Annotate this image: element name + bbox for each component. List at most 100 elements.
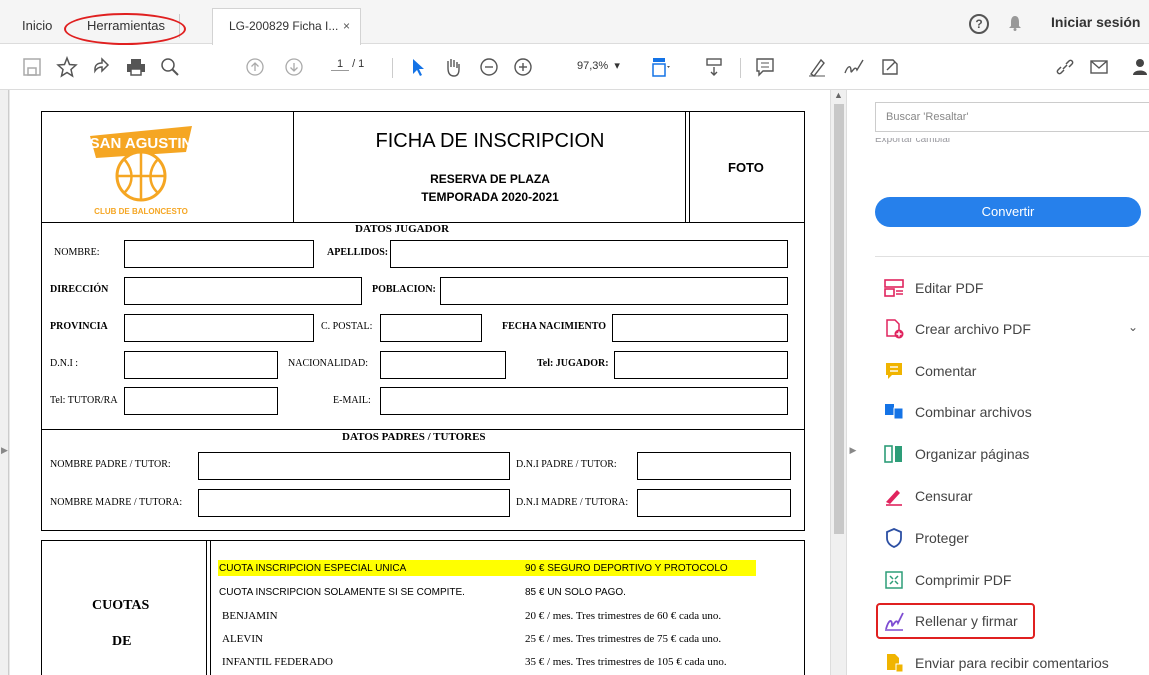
highlight-pen-icon[interactable] — [805, 55, 829, 79]
bell-icon[interactable] — [1008, 15, 1022, 31]
tool-enviar-comentarios[interactable]: Enviar para recibir comentarios — [875, 646, 1149, 675]
tool-label: Comentar — [915, 363, 977, 379]
form-subtitle-1: RESERVA DE PLAZA — [430, 172, 550, 186]
chevron-down-icon[interactable]: ⌄ — [1128, 320, 1138, 334]
fee-value: 85 € UN SOLO PAGO. — [525, 587, 626, 598]
input-apellidos[interactable] — [390, 240, 788, 268]
label-apellidos: APELLIDOS: — [327, 247, 389, 258]
zoom-in-icon[interactable] — [511, 55, 535, 79]
input-nombre-madre[interactable] — [198, 489, 510, 517]
tool-label: Editar PDF — [915, 280, 984, 296]
tool-organizar[interactable]: Organizar páginas — [875, 437, 1149, 471]
svg-text:SAN AGUSTIN: SAN AGUSTIN — [90, 135, 193, 152]
header-divider — [293, 112, 294, 222]
close-icon[interactable]: × — [343, 9, 350, 43]
user-share-icon[interactable] — [1128, 55, 1149, 79]
tool-comprimir[interactable]: Comprimir PDF — [875, 563, 1149, 597]
pdf-page: SAN AGUSTIN CLUB DE BALONCESTO FICHA DE … — [10, 90, 830, 675]
tab-inicio[interactable]: Inicio — [22, 8, 52, 44]
form-subtitle-2: TEMPORADA 2020-2021 — [421, 190, 559, 204]
panel-collapse-icon[interactable]: ▶ — [847, 445, 859, 456]
tab-document-label: LG-200829 Ficha I... — [229, 19, 339, 33]
zoom-out-icon[interactable] — [477, 55, 501, 79]
toolbar-separator — [740, 58, 741, 78]
scroll-thumb[interactable] — [834, 104, 844, 534]
vertical-scrollbar[interactable]: ▲ — [830, 90, 846, 675]
input-nombre-padre[interactable] — [198, 452, 510, 480]
comment-icon — [883, 360, 905, 382]
input-provincia[interactable] — [124, 314, 314, 342]
convert-button[interactable]: Convertir — [875, 197, 1141, 227]
redact-icon — [883, 485, 905, 507]
input-cpostal[interactable] — [380, 314, 482, 342]
photo-label: FOTO — [728, 160, 764, 175]
fill-sign-toolbar-icon[interactable] — [878, 55, 902, 79]
input-email[interactable] — [380, 387, 788, 415]
save-icon[interactable] — [20, 55, 44, 79]
label-tel-jugador: Tel: JUGADOR: — [537, 358, 609, 369]
tool-editar-pdf[interactable]: Editar PDF — [875, 271, 1149, 305]
tool-combinar[interactable]: Combinar archivos — [875, 395, 1149, 429]
input-dni[interactable] — [124, 351, 278, 379]
page-up-icon[interactable] — [243, 55, 267, 79]
input-tel-jugador[interactable] — [614, 351, 788, 379]
svg-text:CLUB DE BALONCESTO: CLUB DE BALONCESTO — [94, 207, 188, 216]
label-nombre-madre: NOMBRE MADRE / TUTORA: — [50, 497, 183, 508]
tool-comentar[interactable]: Comentar — [875, 354, 1149, 388]
link-icon[interactable] — [1053, 55, 1077, 79]
tool-label: Censurar — [915, 488, 973, 504]
help-icon[interactable]: ? — [969, 14, 989, 34]
comment-icon[interactable] — [753, 55, 777, 79]
sign-icon[interactable] — [842, 55, 866, 79]
scroll-up-icon[interactable]: ▲ — [834, 90, 843, 100]
page-indicator[interactable]: 1 / 1 — [331, 58, 364, 71]
red-annotation-ellipse — [64, 13, 186, 45]
red-annotation-rectangle — [876, 603, 1035, 639]
header-divider — [689, 112, 690, 222]
select-cursor-icon[interactable] — [406, 55, 430, 79]
label-dni-padre: D.N.I PADRE / TUTOR: — [516, 459, 617, 470]
scroll-mode-icon[interactable] — [702, 55, 726, 79]
signin-link[interactable]: Iniciar sesión — [1051, 14, 1140, 30]
label-direccion: DIRECCIÓN — [50, 284, 109, 295]
input-nacionalidad[interactable] — [380, 351, 506, 379]
input-nombre[interactable] — [124, 240, 314, 268]
input-poblacion[interactable] — [440, 277, 788, 305]
tool-proteger[interactable]: Proteger — [875, 521, 1149, 555]
send-review-icon — [883, 652, 905, 674]
bookmark-star-icon[interactable] — [55, 55, 79, 79]
page-down-icon[interactable] — [282, 55, 306, 79]
zoom-select[interactable]: 97,3% ▾ — [577, 59, 620, 72]
combine-icon — [883, 401, 905, 423]
tool-censurar[interactable]: Censurar — [875, 479, 1149, 513]
input-dni-madre[interactable] — [637, 489, 791, 517]
input-fecha-nacimiento[interactable] — [612, 314, 788, 342]
upload-share-icon[interactable] — [90, 55, 114, 79]
fee-name: ALEVIN — [222, 633, 263, 645]
tab-bar: Inicio Herramientas LG-200829 Ficha I...… — [0, 0, 1149, 45]
section-player-title: DATOS JUGADOR — [355, 223, 450, 235]
input-tel-tutor[interactable] — [124, 387, 278, 415]
fit-page-icon[interactable] — [648, 55, 672, 79]
tool-crear-pdf[interactable]: Crear archivo PDF ⌄ — [875, 312, 1149, 346]
compress-icon — [883, 569, 905, 591]
create-pdf-icon — [883, 318, 905, 340]
fee-value: 90 € SEGURO DEPORTIVO Y PROTOCOLO — [525, 563, 728, 574]
fee-value: 35 € / mes. Tres trimestres de 105 € cad… — [525, 656, 727, 668]
tool-label: Proteger — [915, 530, 969, 546]
tab-document[interactable]: LG-200829 Ficha I... × — [212, 8, 361, 45]
toolbar-separator — [392, 58, 393, 78]
print-icon[interactable] — [124, 55, 148, 79]
hand-tool-icon[interactable] — [441, 55, 465, 79]
label-provincia: PROVINCIA — [50, 321, 108, 332]
input-dni-padre[interactable] — [637, 452, 791, 480]
input-direccion[interactable] — [124, 277, 362, 305]
section-parents-title: DATOS PADRES / TUTORES — [342, 431, 486, 443]
tools-search-input[interactable]: Buscar 'Resaltar' — [875, 102, 1149, 132]
zoom-search-icon[interactable] — [158, 55, 182, 79]
email-icon[interactable] — [1087, 55, 1111, 79]
page-current[interactable]: 1 — [331, 58, 349, 71]
label-cpostal: C. POSTAL: — [321, 321, 373, 332]
header-divider — [685, 112, 686, 222]
left-panel-toggle[interactable]: ▶ — [0, 90, 9, 675]
